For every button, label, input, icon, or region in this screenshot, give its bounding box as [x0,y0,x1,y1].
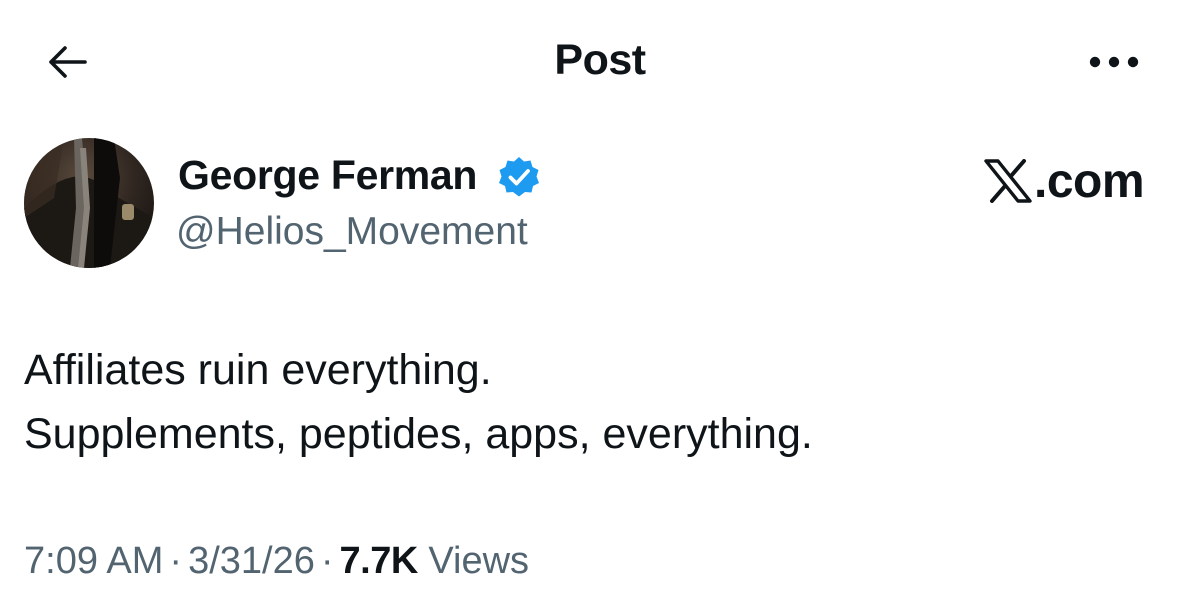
meta-separator: · [320,540,334,582]
x-logo-icon [984,159,1032,203]
post-time[interactable]: 7:09 AM [24,540,163,582]
header-bar: Post [0,0,1200,120]
page-title: Post [554,36,646,84]
back-button[interactable] [38,38,94,86]
views-label: Views [428,540,530,582]
author-name[interactable]: George Ferman [178,152,477,199]
verified-badge-icon [497,155,541,199]
tweet-text-line: Affiliates ruin everything. [24,346,492,394]
views-count: 7.7K [339,540,419,582]
more-horizontal-icon [1089,56,1139,68]
tweet-text: Affiliates ruin everything. Supplements,… [24,338,1174,466]
xcom-text: .com [1034,154,1145,208]
author-handle[interactable]: @Helios_Movement [176,210,528,254]
xcom-watermark: .com [984,154,1160,208]
more-options-button[interactable] [1082,40,1146,84]
tweet-text-line: Supplements, peptides, apps, everything. [24,410,813,458]
arrow-left-icon [49,46,87,78]
avatar-image [24,138,154,268]
tweet-meta: 7:09 AM · 3/31/26 · 7.7K Views [24,540,529,583]
avatar[interactable] [24,138,154,268]
meta-separator: · [169,540,183,582]
author-row: George Ferman @Helios_Movement .com [0,130,1200,280]
post-date[interactable]: 3/31/26 [188,540,315,582]
